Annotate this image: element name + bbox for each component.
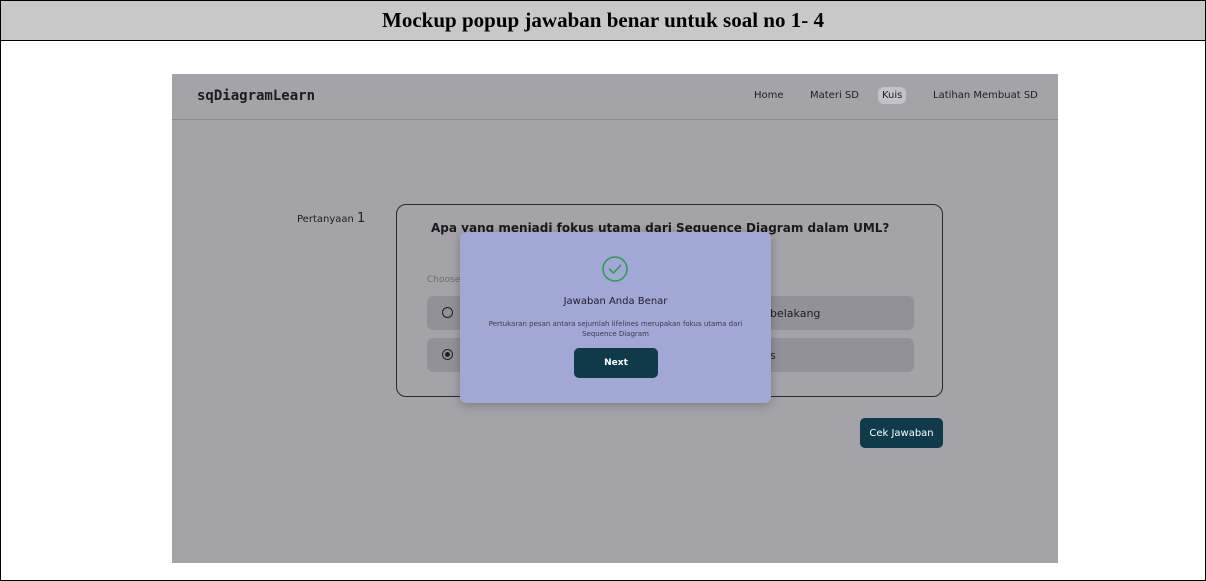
radio-button-selected[interactable] xyxy=(442,349,453,360)
document-heading: Mockup popup jawaban benar untuk soal no… xyxy=(1,1,1205,41)
document-frame: Mockup popup jawaban benar untuk soal no… xyxy=(0,0,1206,581)
option-text: belakang xyxy=(770,307,821,320)
navbar: sqDiagramLearn Home Materi SD Kuis Latih… xyxy=(172,74,1058,120)
nav-home[interactable]: Home xyxy=(754,90,784,101)
nav-latihan[interactable]: Latihan Membuat SD xyxy=(933,90,1038,101)
nav-materi-sd[interactable]: Materi SD xyxy=(810,90,859,101)
correct-answer-modal: Jawaban Anda Benar Pertukaran pesan anta… xyxy=(460,232,771,403)
app-screenshot: sqDiagramLearn Home Materi SD Kuis Latih… xyxy=(172,74,1058,563)
question-label-prefix: Pertanyaan xyxy=(297,214,354,225)
check-circle-icon xyxy=(602,256,628,282)
modal-title: Jawaban Anda Benar xyxy=(563,296,668,307)
modal-message: Pertukaran pesan antara sejumlah lifelin… xyxy=(488,320,743,338)
nav-kuis[interactable]: Kuis xyxy=(878,87,907,104)
choose-label: Choose xyxy=(427,275,461,285)
radio-button[interactable] xyxy=(442,307,453,318)
question-label: Pertanyaan 1 xyxy=(297,211,365,226)
question-number: 1 xyxy=(357,211,366,226)
brand-logo[interactable]: sqDiagramLearn xyxy=(197,88,315,104)
next-button[interactable]: Next xyxy=(574,348,658,378)
check-answer-button[interactable]: Cek Jawaban xyxy=(860,418,943,448)
